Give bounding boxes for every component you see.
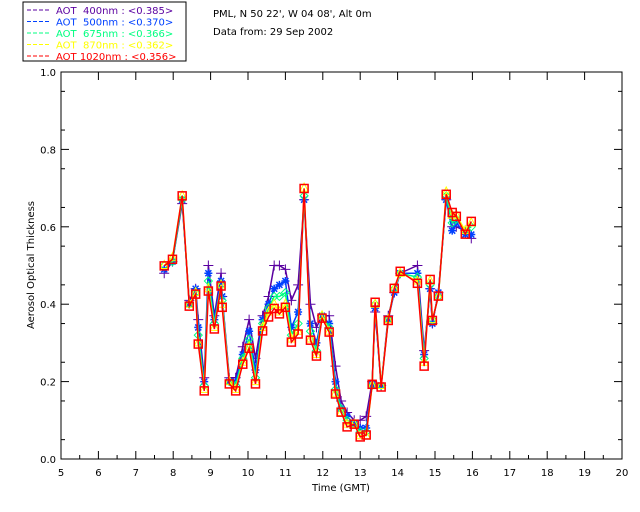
x-tick-label: 11 [279,468,292,479]
x-tick-label: 14 [391,468,404,479]
y-tick-label: 0.0 [40,455,56,466]
x-tick-label: 18 [541,468,554,479]
legend-entry: AOT 675nm : <0.366> [56,29,173,40]
data-point [281,276,290,285]
x-tick-label: 10 [242,468,255,479]
legend: AOT 400nm : <0.385>AOT 500nm : <0.370>AO… [27,6,176,63]
data-point [245,327,254,336]
chart-svg: AOT 400nm : <0.385>AOT 500nm : <0.370>AO… [22,1,629,494]
y-tick-label: 0.2 [40,378,56,389]
data-point [448,226,457,235]
x-tick-label: 13 [354,468,367,479]
y-tick-label: 0.4 [40,300,56,311]
series-line [163,188,472,438]
legend-entry: AOT 500nm : <0.370> [56,18,173,29]
data-point [275,280,284,289]
legend-entry: AOT 400nm : <0.385> [56,6,173,17]
x-tick-label: 17 [503,468,516,479]
data-point [305,299,316,310]
data-point [203,260,214,271]
x-axis-label: Time (GMT) [311,483,370,494]
x-tick-label: 15 [429,468,442,479]
data-point [412,260,423,271]
series-line [163,188,472,437]
x-tick-label: 20 [616,468,629,479]
data-point [293,279,304,290]
series-line [163,199,472,422]
series-4 [159,183,477,442]
legend-entry: AOT 1020nm : <0.356> [56,52,176,63]
data-point [204,269,213,278]
data-point [244,314,255,325]
y-axis-label: Aerosol Optical Thickness [26,201,37,329]
legend-entry: AOT 870nm : <0.362> [56,41,173,52]
x-tick-label: 19 [578,468,591,479]
data-point [216,268,227,279]
y-tick-label: 0.6 [40,223,56,234]
date-label: Data from: 29 Sep 2002 [213,27,333,38]
x-tick-label: 5 [58,468,64,479]
y-tick-label: 1.0 [40,68,56,79]
x-tick-label: 12 [316,468,329,479]
x-tick-label: 16 [466,468,479,479]
x-tick-label: 9 [207,468,213,479]
x-tick-label: 8 [170,468,176,479]
x-tick-label: 7 [133,468,139,479]
x-tick-label: 6 [95,468,101,479]
station-label: PML, N 50 22', W 04 08', Alt 0m [213,9,372,20]
y-tick-label: 0.8 [40,145,56,156]
chart: AOT 400nm : <0.385> AOT 500nm : <0.370> AO… [0,0,640,512]
data-point [270,284,279,293]
